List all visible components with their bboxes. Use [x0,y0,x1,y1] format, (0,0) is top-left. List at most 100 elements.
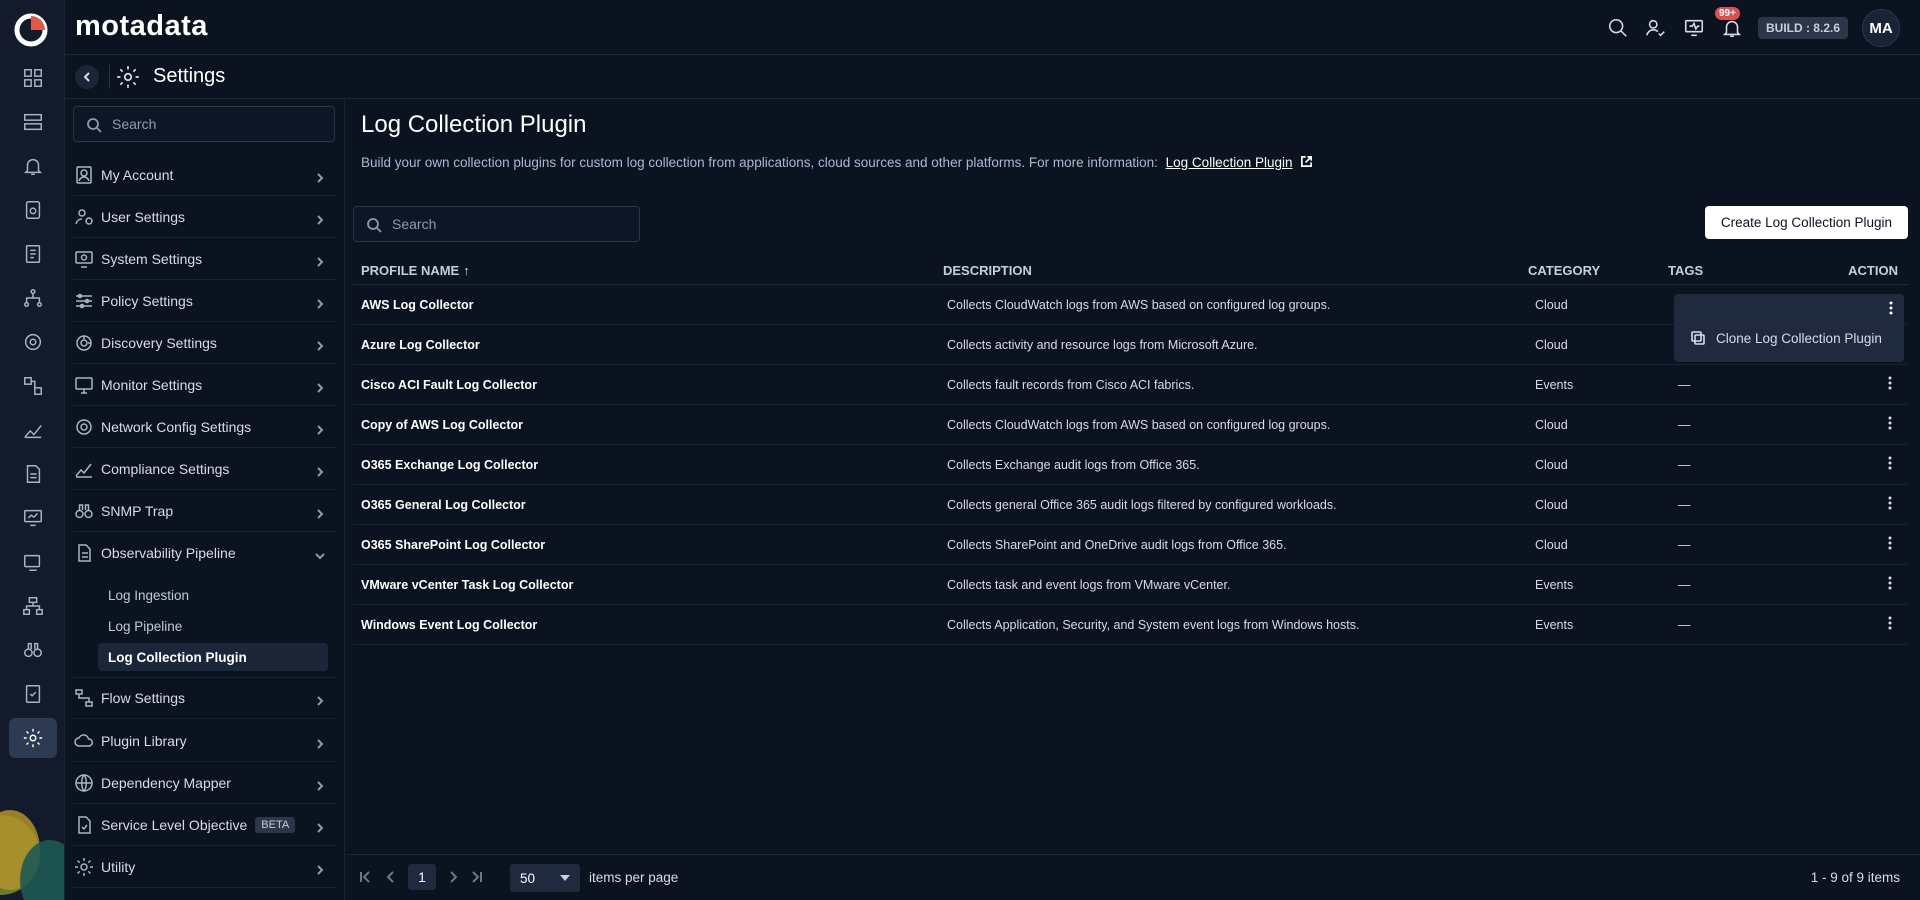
page-description-text: Build your own collection plugins for cu… [361,155,1158,170]
more-vertical-icon[interactable] [1882,535,1898,551]
column-header-description[interactable]: DESCRIPTION [943,263,1528,278]
first-page-icon[interactable] [358,870,372,884]
sidebar-item-utility[interactable]: Utility [73,846,337,888]
monitor-chart-icon[interactable] [9,498,57,538]
sidebar-item-dependency-mapper[interactable]: Dependency Mapper [73,762,337,804]
back-button[interactable] [75,65,99,89]
notification-count-badge: 99+ [1714,7,1740,20]
sidebar-subitem-log-collection-plugin[interactable]: Log Collection Plugin [98,643,328,671]
cell-profile-name: Cisco ACI Fault Log Collector [361,377,537,392]
sidebar-item-policy-settings[interactable]: Policy Settings [73,280,337,322]
cell-tags: — [1678,537,1691,552]
more-vertical-icon[interactable] [1882,615,1898,631]
cell-tags: — [1678,577,1691,592]
sidebar-subitem-log-pipeline[interactable]: Log Pipeline [98,612,328,640]
docs-link[interactable]: Log Collection Plugin [1166,155,1293,170]
sidebar-item-monitor-settings[interactable]: Monitor Settings [73,364,337,406]
table-row[interactable]: O365 Exchange Log Collector Collects Exch… [353,445,1908,485]
monitor-gear-icon [73,248,95,270]
row-action-menu: Clone Log Collection Plugin [1674,294,1904,362]
sidebar-item-label: Dependency Mapper [101,774,231,791]
discovery-icon [73,332,95,354]
alert-bell-icon[interactable] [9,146,57,186]
sidebar-search-input[interactable] [112,107,322,141]
chevron-right-icon [315,464,325,477]
network-flow-icon[interactable] [9,366,57,406]
more-vertical-icon[interactable] [1882,455,1898,471]
radar-icon[interactable] [9,322,57,362]
more-vertical-icon[interactable] [1882,415,1898,431]
more-vertical-icon[interactable] [1882,375,1898,391]
cell-category: Events [1535,577,1574,592]
clone-log-collection-plugin-item[interactable]: Clone Log Collection Plugin [1690,330,1882,346]
table-row[interactable]: Windows Event Log Collector Collects Appl… [353,605,1908,645]
sidebar-item-my-account[interactable]: My Account [73,154,337,196]
sidebar-item-compliance-settings[interactable]: Compliance Settings [73,448,337,490]
sidebar-item-snmp-trap[interactable]: SNMP Trap [73,490,337,532]
chevron-right-icon [315,820,325,833]
config-icon[interactable] [9,542,57,582]
sidebar-item-service-level-objective[interactable]: Service Level Objective BETA [73,804,337,846]
hierarchy-icon[interactable] [9,586,57,626]
table-row[interactable]: O365 General Log Collector Collects gener… [353,485,1908,525]
more-vertical-icon[interactable] [1882,495,1898,511]
sidebar-item-discovery-settings[interactable]: Discovery Settings [73,322,337,364]
column-header-tags[interactable]: TAGS [1668,263,1828,278]
settings-gear-icon[interactable] [9,718,57,758]
monitor-activity-icon[interactable] [1682,16,1706,40]
cell-description: Collects SharePoint and OneDrive audit l… [947,537,1287,552]
sidebar-item-label: Observability Pipeline [101,545,236,561]
user-check-icon[interactable] [1644,16,1668,40]
table-row[interactable]: Copy of AWS Log Collector Collects CloudW… [353,405,1908,445]
cell-action [1828,535,1908,554]
dashboard-grid-icon[interactable] [9,58,57,98]
sidebar-item-label: System Settings [101,250,203,267]
sidebar-item-user-settings[interactable]: User Settings [73,196,337,238]
chevron-down-icon [315,548,325,560]
page-description: Build your own collection plugins for cu… [361,155,1313,170]
compliance-icon[interactable] [9,674,57,714]
sidebar-item-network-config-settings[interactable]: Network Config Settings [73,406,337,448]
plugin-search-input[interactable] [392,207,632,241]
cell-profile-name: VMware vCenter Task Log Collector [361,577,574,592]
cell-tags: — [1678,457,1691,472]
sidebar-item-system-settings[interactable]: System Settings [73,238,337,280]
cell-category: Cloud [1535,417,1568,432]
create-log-collection-plugin-button[interactable]: Create Log Collection Plugin [1704,206,1908,239]
last-page-icon[interactable] [470,870,484,884]
sidebar-item-flow-settings[interactable]: Flow Settings [73,677,337,719]
table-row[interactable]: Cisco ACI Fault Log Collector Collects fa… [353,365,1908,405]
table-row[interactable]: VMware vCenter Task Log Collector Collect… [353,565,1908,605]
inventory-icon[interactable] [9,102,57,142]
sidebar-subitem-log-ingestion[interactable]: Log Ingestion [98,581,328,609]
topology-icon[interactable] [9,278,57,318]
search-icon[interactable] [1606,16,1630,40]
more-vertical-icon[interactable] [1882,575,1898,591]
notification-bell-icon[interactable]: 99+ [1714,7,1744,40]
previous-page-icon[interactable] [384,870,398,884]
column-header-profile-name[interactable]: PROFILE NAME ↑ [353,263,943,278]
chevron-left-icon [83,72,90,82]
user-avatar[interactable]: MA [1862,9,1900,47]
user-card-icon [73,164,95,186]
external-link-icon[interactable] [1300,155,1313,168]
cell-action [1828,375,1908,394]
report-icon[interactable] [9,234,57,274]
column-header-category[interactable]: CATEGORY [1528,263,1668,278]
current-page[interactable]: 1 [408,864,436,890]
binoculars-icon[interactable] [9,630,57,670]
log-icon[interactable] [9,454,57,494]
sidebar-item-observability-pipeline[interactable]: Observability Pipeline [73,532,337,574]
cell-description: Collects Exchange audit logs from Office… [947,457,1200,472]
next-page-icon[interactable] [446,870,460,884]
chevron-right-icon [315,736,325,749]
sidebar-item-plugin-library[interactable]: Plugin Library [73,720,337,762]
settings-sidebar: My Account User Settings System Settings… [65,99,345,900]
more-vertical-icon[interactable] [1884,300,1898,316]
sort-ascending-icon: ↑ [463,263,470,278]
column-header-action: ACTION [1848,263,1898,278]
metric-explorer-icon[interactable] [9,410,57,450]
page-size-select[interactable]: 50 [510,864,580,892]
apm-icon[interactable] [9,190,57,230]
table-row[interactable]: O365 SharePoint Log Collector Collects Sh… [353,525,1908,565]
